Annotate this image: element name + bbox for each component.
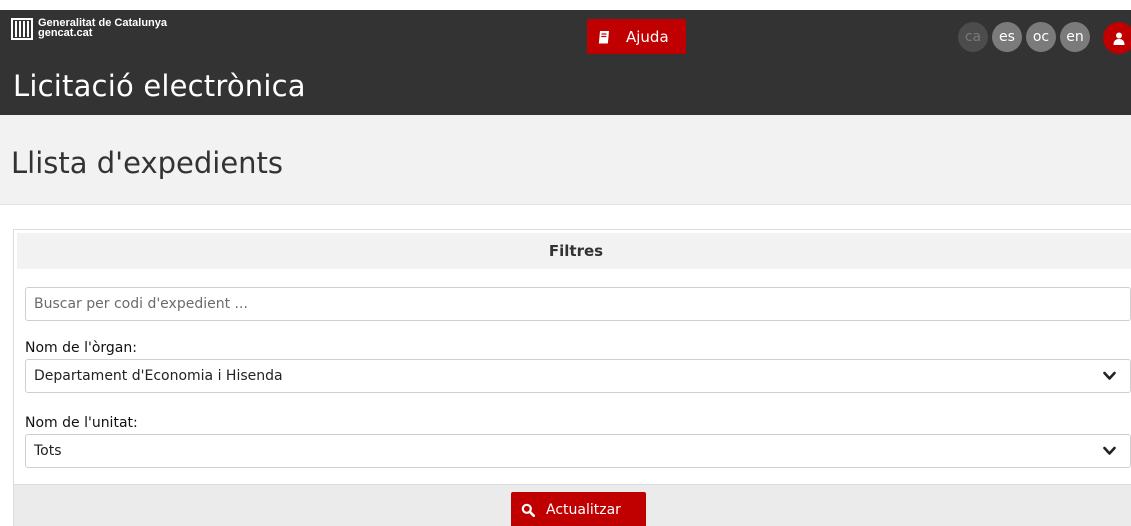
site-header: Generalitat de Catalunya gencat.cat Ajud…	[0, 10, 1131, 115]
filters-heading: Filtres	[17, 233, 1131, 269]
top-strip	[0, 0, 1131, 10]
chevron-down-icon	[1103, 446, 1116, 455]
update-button[interactable]: Actualitzar	[511, 492, 646, 526]
brand[interactable]: Generalitat de Catalunya gencat.cat	[11, 18, 167, 40]
user-icon	[1113, 32, 1125, 45]
page-title-band: Llista d'expedients	[0, 115, 1131, 205]
search-input[interactable]	[25, 287, 1131, 321]
update-label: Actualitzar	[546, 502, 621, 518]
organ-select[interactable]: Departament d'Economia i Hisenda	[25, 359, 1131, 393]
unit-select[interactable]: Tots	[25, 434, 1131, 468]
app-title: Licitació electrònica	[13, 69, 306, 103]
filters-panel: Filtres Nom de l'òrgan: Departament d'Ec…	[13, 229, 1131, 526]
help-button[interactable]: Ajuda	[587, 19, 686, 54]
brand-text: Generalitat de Catalunya gencat.cat	[38, 18, 167, 39]
lang-es-button[interactable]: es	[992, 22, 1022, 52]
brand-domain: gencat.cat	[38, 27, 93, 39]
page-title: Llista d'expedients	[11, 146, 284, 180]
organ-label: Nom de l'òrgan:	[25, 340, 137, 356]
organ-select-value: Departament d'Economia i Hisenda	[34, 368, 283, 384]
lang-oc-button[interactable]: oc	[1026, 22, 1056, 52]
generalitat-logo-icon	[11, 18, 33, 40]
unit-label: Nom de l'unitat:	[25, 415, 138, 431]
help-label: Ajuda	[626, 27, 669, 46]
chevron-down-icon	[1103, 371, 1116, 380]
unit-select-value: Tots	[34, 443, 62, 459]
filters-action-bar: Actualitzar	[14, 484, 1131, 526]
book-icon	[598, 30, 609, 43]
lang-en-button[interactable]: en	[1060, 22, 1090, 52]
search-icon	[521, 503, 535, 517]
user-button[interactable]	[1103, 22, 1131, 54]
lang-ca-button[interactable]: ca	[958, 22, 988, 52]
